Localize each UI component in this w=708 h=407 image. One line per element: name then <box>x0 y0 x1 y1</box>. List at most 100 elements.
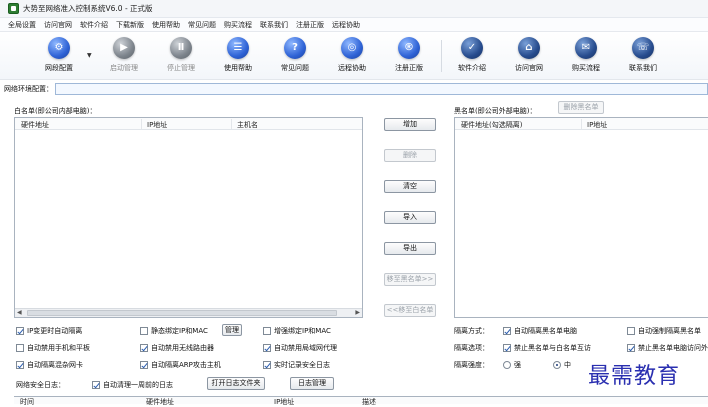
col-ip[interactable]: IP地址 <box>147 120 167 130</box>
clear-button[interactable]: 清空 <box>384 180 436 193</box>
scroll-thumb[interactable] <box>27 310 337 316</box>
faq-button[interactable]: ? 常见问题 <box>269 37 321 77</box>
opt-label: 自动禁用局域网代理 <box>274 344 337 352</box>
checkbox[interactable] <box>140 361 148 369</box>
col-ip[interactable]: IP地址 <box>274 397 294 407</box>
purchase-button[interactable]: ✉ 购买流程 <box>560 37 612 77</box>
scroll-left-icon[interactable]: ◀ <box>17 309 22 316</box>
scroll-right-icon[interactable]: ▶ <box>355 309 360 316</box>
opt-block-black-white[interactable]: 禁止黑名单与白名单互访 <box>503 343 591 353</box>
opt-block-proxy[interactable]: 自动禁用局域网代理 <box>263 343 337 353</box>
opt-static-bind[interactable]: 静态绑定IP和MAC <box>140 326 208 336</box>
menu-help[interactable]: 使用帮助 <box>152 20 180 30</box>
opt-label: 实时记录安全日志 <box>274 361 330 369</box>
radio-strength-medium[interactable]: 中 <box>553 360 571 370</box>
contact-label: 联系我们 <box>629 64 657 72</box>
toolbar: ⚙ 网段配置 ▼ ▶ 启动管理 Ⅱ 停止管理 ☰ 使用帮助 ? 常见问题 ◎ 远… <box>0 32 708 80</box>
opt-label: 强 <box>514 361 521 369</box>
col-hostname[interactable]: 主机名 <box>237 120 258 130</box>
checkbox[interactable] <box>263 361 271 369</box>
opt-isolate-arp[interactable]: 自动隔离ARP攻击主机 <box>140 360 221 370</box>
radio[interactable] <box>553 361 561 369</box>
import-button[interactable]: 导入 <box>384 211 436 224</box>
network-env-label: 网络环境配置： <box>4 85 53 93</box>
checkbox[interactable] <box>503 344 511 352</box>
security-log-label: 网络安全日志： <box>16 381 65 389</box>
opt-label: 自动清理一周前的日志 <box>103 381 173 389</box>
isolation-method-label: 隔离方式： <box>454 327 489 335</box>
checkbox[interactable] <box>503 327 511 335</box>
checkbox[interactable] <box>16 327 24 335</box>
checkbox[interactable] <box>16 361 24 369</box>
col-time[interactable]: 时间 <box>20 397 34 407</box>
opt-force-isolate-black[interactable]: 自动强制隔离黑名单 <box>627 326 701 336</box>
opt-realtime-log[interactable]: 实时记录安全日志 <box>263 360 330 370</box>
start-management-button[interactable]: ▶ 启动管理 <box>98 37 150 77</box>
help-book-icon: ☰ <box>227 37 249 59</box>
software-intro-button[interactable]: ✓ 软件介绍 <box>446 37 498 77</box>
help-label: 使用帮助 <box>224 64 252 72</box>
checkbox[interactable] <box>263 327 271 335</box>
opt-label: 禁止黑名单与白名单互访 <box>514 344 591 352</box>
menu-visit-site[interactable]: 访问官网 <box>44 20 72 30</box>
col-mac[interactable]: 硬件地址 <box>146 397 174 407</box>
bind-manage-button[interactable]: 管理 <box>222 324 242 336</box>
checkbox[interactable] <box>16 344 24 352</box>
add-button[interactable]: 增加 <box>384 118 436 131</box>
col-divider <box>581 119 582 129</box>
network-config-button[interactable]: ⚙ 网段配置 <box>33 37 85 77</box>
opt-block-black-external[interactable]: 禁止黑名单电脑访问外 <box>627 343 708 353</box>
whitelist-table[interactable]: 硬件地址 IP地址 主机名 ◀ ▶ <box>14 117 363 318</box>
col-ip[interactable]: IP地址 <box>587 120 607 130</box>
opt-block-router[interactable]: 自动禁用无线路由器 <box>140 343 214 353</box>
opt-label: 增强绑定IP和MAC <box>274 327 331 335</box>
checkbox[interactable] <box>627 344 635 352</box>
checkbox[interactable] <box>140 327 148 335</box>
menu-contact[interactable]: 联系我们 <box>260 20 288 30</box>
blacklist-table[interactable]: 硬件地址(勾选隔离) IP地址 <box>454 117 708 318</box>
chevron-down-icon[interactable]: ▼ <box>87 52 92 59</box>
network-env-field[interactable] <box>55 83 708 95</box>
help-button[interactable]: ☰ 使用帮助 <box>212 37 264 77</box>
open-log-folder-button[interactable]: 打开日志文件夹 <box>207 377 265 390</box>
remove-button[interactable]: 删除 <box>384 149 436 162</box>
opt-ip-change-isolate[interactable]: IP变更时自动隔离 <box>16 326 82 336</box>
register-button[interactable]: ® 注册正版 <box>383 37 435 77</box>
checkbox[interactable] <box>92 381 100 389</box>
opt-label: 自动强制隔离黑名单 <box>638 327 701 335</box>
col-description[interactable]: 描述 <box>362 397 376 407</box>
opt-label: 禁止黑名单电脑访问外 <box>638 344 708 352</box>
col-mac-isolate[interactable]: 硬件地址(勾选隔离) <box>461 120 522 130</box>
menu-register[interactable]: 注册正版 <box>296 20 324 30</box>
opt-block-mobile[interactable]: 自动禁用手机和平板 <box>16 343 90 353</box>
opt-isolate-promisc[interactable]: 自动隔离混杂网卡 <box>16 360 83 370</box>
menu-download[interactable]: 下载新版 <box>116 20 144 30</box>
menu-remote[interactable]: 远程协助 <box>332 20 360 30</box>
contact-button[interactable]: ☏ 联系我们 <box>617 37 669 77</box>
checkbox[interactable] <box>627 327 635 335</box>
opt-label: 自动禁用手机和平板 <box>27 344 90 352</box>
log-manage-button[interactable]: 日志管理 <box>290 377 334 390</box>
move-to-whitelist-button[interactable]: <<移至白名单 <box>384 304 436 317</box>
delete-blacklist-button[interactable]: 删除黑名单 <box>558 101 604 114</box>
menu-faq[interactable]: 常见问题 <box>188 20 216 30</box>
visit-site-button[interactable]: ⌂ 访问官网 <box>503 37 555 77</box>
opt-auto-clear-log[interactable]: 自动清理一周前的日志 <box>92 380 173 390</box>
whitelist-hscrollbar[interactable]: ◀ ▶ <box>15 308 362 317</box>
export-button[interactable]: 导出 <box>384 242 436 255</box>
menu-purchase[interactable]: 购买流程 <box>224 20 252 30</box>
opt-auto-isolate-black[interactable]: 自动隔离黑名单电脑 <box>503 326 577 336</box>
move-to-blacklist-button[interactable]: 移至黑名单>> <box>384 273 436 286</box>
checkbox[interactable] <box>263 344 271 352</box>
menu-software-intro[interactable]: 软件介绍 <box>80 20 108 30</box>
menu-bar: 全局设置 访问官网 软件介绍 下载新版 使用帮助 常见问题 购买流程 联系我们 … <box>0 18 708 32</box>
stop-management-button[interactable]: Ⅱ 停止管理 <box>155 37 207 77</box>
menu-global-settings[interactable]: 全局设置 <box>8 20 36 30</box>
checkbox[interactable] <box>140 344 148 352</box>
pause-icon: Ⅱ <box>170 37 192 59</box>
radio[interactable] <box>503 361 511 369</box>
col-mac[interactable]: 硬件地址 <box>21 120 49 130</box>
remote-assist-button[interactable]: ◎ 远程协助 <box>326 37 378 77</box>
radio-strength-strong[interactable]: 强 <box>503 360 521 370</box>
opt-enhanced-bind[interactable]: 增强绑定IP和MAC <box>263 326 331 336</box>
